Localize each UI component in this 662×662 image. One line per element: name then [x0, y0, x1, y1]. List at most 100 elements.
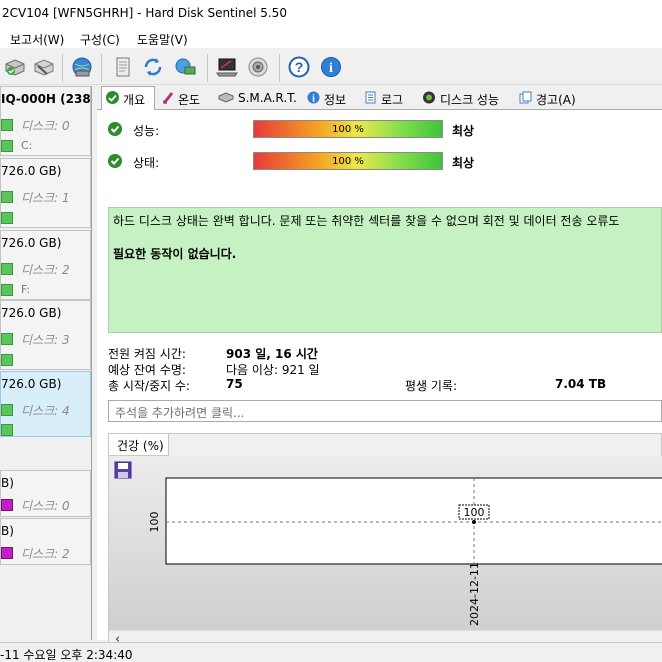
- info-icon[interactable]: i: [318, 54, 344, 80]
- disk-header: 726.0 GB): [1, 164, 62, 178]
- disk-item[interactable]: IQ-000H (238.5 G 디스크: 0 C:: [0, 86, 91, 156]
- disk-label: 디스크: 0: [21, 119, 70, 133]
- partition-label: F:: [21, 283, 31, 296]
- tab-smart[interactable]: S.M.A.R.T.: [218, 88, 297, 110]
- svg-text:?: ?: [295, 59, 304, 75]
- disk-header: IQ-000H (238.5 G: [1, 92, 91, 106]
- partition-indicator: [1, 140, 13, 152]
- starts-value: 75: [226, 377, 243, 391]
- disk-header: B): [1, 524, 14, 538]
- disk-icon: [218, 91, 234, 106]
- partition-indicator: [1, 212, 13, 224]
- document-icon[interactable]: [110, 54, 136, 80]
- log-icon: [364, 91, 377, 107]
- tab-label: 로그: [381, 93, 404, 107]
- help-icon[interactable]: ?: [286, 54, 312, 80]
- chart-svg: 100 2024-12-11 100: [148, 477, 662, 626]
- partition-label: C:: [21, 139, 33, 152]
- health-rating: 최상: [452, 156, 475, 170]
- laptop-icon[interactable]: [214, 54, 240, 80]
- main-area: 개요 온도 S.M.A.R.T. i 정보 로그 디스크 성능 경고(A) 성능…: [97, 86, 662, 651]
- speaker-icon[interactable]: [245, 54, 271, 80]
- tab-disk-performance[interactable]: 디스크 성능: [422, 88, 499, 110]
- health-chart-panel: 건강 (%) 100 2024-12-11 100 ‹: [108, 433, 662, 651]
- disk-item-selected[interactable]: 726.0 GB) 디스크: 4: [0, 371, 91, 437]
- thermometer-icon: [162, 91, 174, 107]
- disk-list: IQ-000H (238.5 G 디스크: 0 C: 726.0 GB) 디스크…: [0, 86, 92, 640]
- status-bar: -11 수요일 오후 2:34:40: [0, 642, 662, 662]
- disk-header: B): [1, 476, 14, 490]
- disk-header: 726.0 GB): [1, 377, 62, 391]
- tab-overview[interactable]: 개요: [101, 86, 155, 111]
- performance-bar: 100 %: [253, 120, 443, 138]
- disk-item[interactable]: 726.0 GB) 디스크: 1: [0, 158, 91, 228]
- disk-health-indicator: [1, 547, 13, 559]
- svg-text:i: i: [312, 94, 315, 105]
- disk-item[interactable]: 726.0 GB) 디스크: 3: [0, 300, 91, 370]
- warning-icon: [519, 91, 532, 107]
- x-tick-label: 2024-12-11: [468, 562, 481, 626]
- tab-label: 정보: [324, 93, 347, 107]
- disk-item[interactable]: B) 디스크: 2: [0, 518, 91, 565]
- disk-label: 디스크: 0: [21, 499, 70, 513]
- performance-rating: 최상: [452, 124, 475, 138]
- lifetime-value: 다음 이상: 921 일: [226, 363, 320, 377]
- action-message: 필요한 동작이 없습니다.: [113, 247, 237, 261]
- tab-bar: 개요 온도 S.M.A.R.T. i 정보 로그 디스크 성능 경고(A): [97, 86, 662, 111]
- overview-panel: 성능: 100 % 최상 상태: 100 % 최상 하드 디스크 상태는 완벽 …: [97, 110, 662, 651]
- tab-label: S.M.A.R.T.: [238, 91, 297, 105]
- menu-report[interactable]: 보고서(W): [10, 31, 64, 48]
- status-message: 하드 디스크 상태는 완벽 합니다. 문제 또는 취약한 섹터를 찾을 수 없으…: [113, 214, 620, 228]
- check-icon: [108, 154, 122, 168]
- lifetime-writes-label: 평생 기록:: [405, 379, 458, 393]
- health-bar: 100 %: [253, 152, 443, 170]
- disk-health-indicator: [1, 263, 13, 275]
- globe-disk-icon[interactable]: [69, 54, 95, 80]
- svg-text:i: i: [329, 61, 333, 76]
- disk-label: 디스크: 3: [21, 333, 70, 347]
- disk-header: 726.0 GB): [1, 306, 62, 320]
- tab-temperature[interactable]: 온도: [162, 88, 200, 110]
- disk-header: 726.0 GB): [1, 236, 62, 250]
- disk-tools-icon[interactable]: [31, 54, 57, 80]
- disk-health-indicator: [1, 333, 13, 345]
- toolbar: ? i: [0, 49, 662, 85]
- status-message-box: 하드 디스크 상태는 완벽 합니다. 문제 또는 취약한 섹터를 찾을 수 없으…: [108, 207, 662, 333]
- disk-label: 디스크: 4: [21, 404, 70, 418]
- disk-health-indicator: [1, 119, 13, 131]
- lifetime-label: 예상 잔여 수명:: [108, 363, 186, 377]
- note-input[interactable]: 주석을 추가하려면 클릭...: [108, 400, 662, 422]
- chart-tab-health[interactable]: 건강 (%): [109, 434, 169, 456]
- disk-label: 디스크: 2: [21, 547, 70, 561]
- disk-item[interactable]: B) 디스크: 0: [0, 470, 91, 517]
- health-chart: 100 2024-12-11 100: [109, 456, 662, 631]
- info-icon: i: [307, 91, 320, 107]
- refresh-icon[interactable]: [140, 54, 166, 80]
- network-icon[interactable]: [172, 54, 198, 80]
- check-icon: [108, 122, 122, 136]
- partition-indicator: [1, 424, 13, 436]
- menu-bar: 보고서(W) 구성(C) 도움말(V): [0, 28, 662, 48]
- tab-label: 개요: [123, 93, 146, 107]
- health-label: 상태:: [133, 156, 160, 170]
- data-point: [472, 520, 476, 524]
- disk-health-indicator: [1, 191, 13, 203]
- starts-label: 총 시작/중지 수:: [108, 379, 190, 393]
- tab-label: 디스크 성능: [440, 93, 500, 107]
- chart-plot-area: [165, 477, 662, 565]
- disk-check-icon[interactable]: [2, 54, 28, 80]
- performance-label: 성능:: [133, 124, 160, 138]
- tab-warnings[interactable]: 경고(A): [519, 88, 576, 110]
- gauge-icon: [422, 91, 436, 107]
- tab-info[interactable]: i 정보: [307, 88, 346, 110]
- window-title: 2CV104 [WFN5GHRH] - Hard Disk Sentinel 5…: [0, 0, 662, 28]
- data-label: 100: [464, 506, 485, 519]
- partition-indicator: [1, 284, 13, 296]
- tab-label: 경고(A): [536, 93, 576, 107]
- power-on-label: 전원 켜짐 시간:: [108, 347, 186, 361]
- menu-config[interactable]: 구성(C): [80, 31, 120, 48]
- partition-indicator: [1, 354, 13, 366]
- disk-item[interactable]: 726.0 GB) 디스크: 2 F:: [0, 230, 91, 300]
- tab-log[interactable]: 로그: [364, 88, 403, 110]
- menu-help[interactable]: 도움말(V): [137, 31, 188, 48]
